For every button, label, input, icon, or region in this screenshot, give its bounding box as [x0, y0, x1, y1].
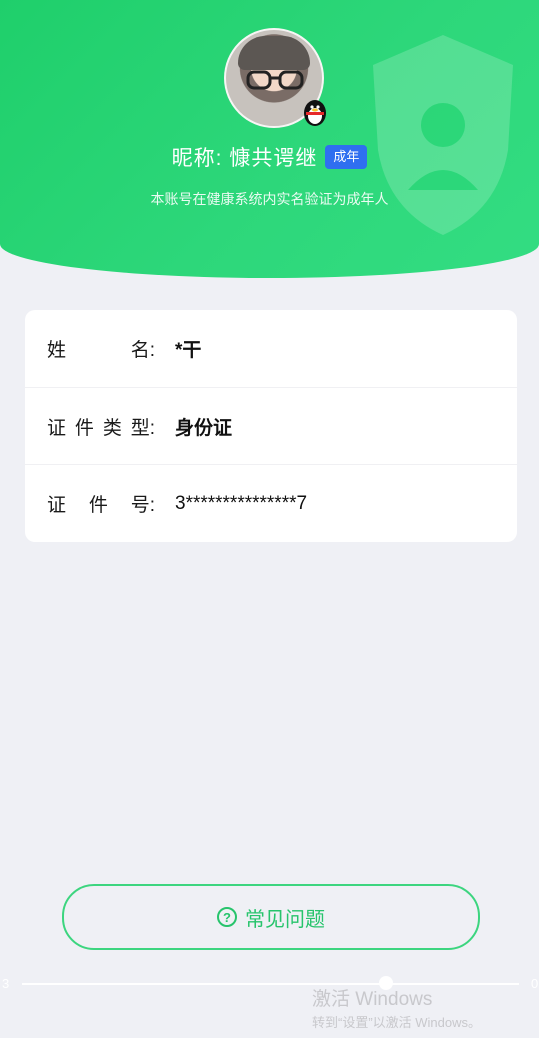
- progress-slider-track[interactable]: [22, 983, 519, 985]
- name-value: *干: [175, 340, 202, 361]
- nickname: 昵称: 慷共谔继: [171, 147, 318, 170]
- info-label: 姓 名:: [47, 340, 155, 361]
- qq-penguin-icon: [304, 100, 326, 126]
- id-type-value: 身份证: [175, 418, 233, 439]
- windows-activation-title: 激活 Windows: [312, 989, 433, 1010]
- windows-activation-subtitle: 转到“设置”以激活 Windows。: [312, 1015, 482, 1030]
- verification-note: 本账号在健康系统内实名验证为成年人: [150, 191, 389, 207]
- slider-right-label: 0: [531, 976, 539, 991]
- slider-left-label: 3: [2, 976, 10, 991]
- info-row-id-number: 证 件 号: 3***************7: [25, 464, 517, 542]
- info-row-id-type: 证 件 类 型: 身份证: [25, 387, 517, 465]
- nickname-row: 昵称: 慷共谔继 成年: [0, 140, 539, 174]
- id-number-value: 3***************7: [175, 492, 308, 514]
- info-row-name: 姓 名: *干: [25, 310, 517, 387]
- age-badge: 成年: [325, 145, 368, 169]
- identity-info-card: 姓 名: *干 证 件 类 型: 身份证 证 件 号: 3***********…: [25, 310, 517, 542]
- avatar[interactable]: [224, 28, 326, 128]
- profile-header: 昵称: 慷共谔继 成年 本账号在健康系统内实名验证为成年人: [0, 0, 539, 278]
- info-label: 证 件 号:: [47, 495, 155, 516]
- question-circle-icon: ?: [217, 907, 237, 927]
- faq-label: 常见问题: [245, 908, 325, 931]
- faq-button[interactable]: ? 常见问题: [62, 884, 480, 950]
- info-label: 证 件 类 型:: [47, 418, 155, 439]
